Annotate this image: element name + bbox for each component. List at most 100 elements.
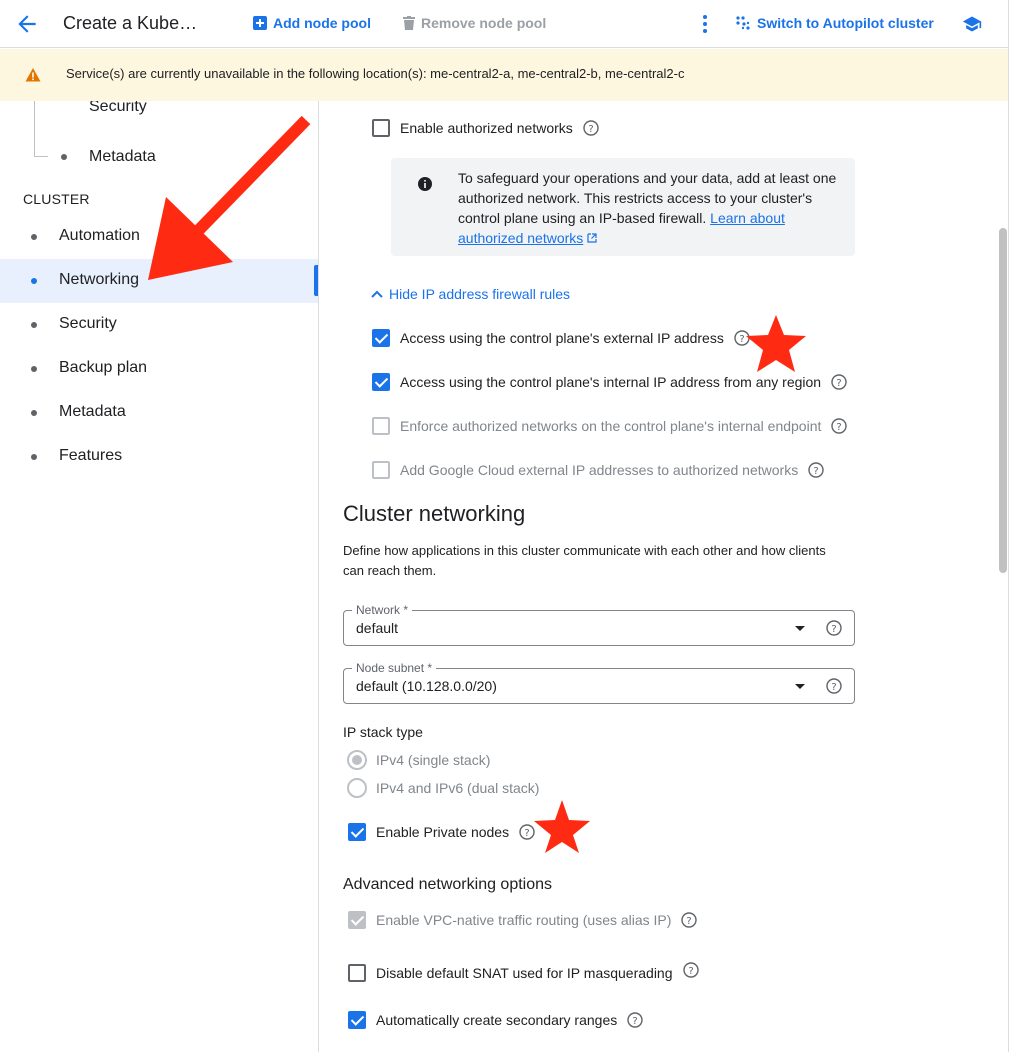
help-icon[interactable]: ? xyxy=(627,1012,643,1028)
cluster-networking-heading: Cluster networking xyxy=(343,501,526,526)
trash-icon xyxy=(403,16,415,30)
help-icon[interactable]: ? xyxy=(682,962,699,978)
window-edge xyxy=(1008,0,1015,1052)
sidebar-item-metadata[interactable]: Metadata xyxy=(0,391,318,435)
bullet-icon xyxy=(61,154,67,160)
sidebar-subitem-security[interactable]: Security xyxy=(89,101,147,116)
svg-text:?: ? xyxy=(831,624,836,635)
disable-snat-checkbox[interactable] xyxy=(348,964,366,982)
remove-node-pool-label: Remove node pool xyxy=(421,15,547,31)
disable-snat-row: Disable default SNAT used for IP masquer… xyxy=(348,962,699,982)
add-gcp-external-ips-label: Add Google Cloud external IP addresses t… xyxy=(400,462,799,478)
scrollbar[interactable] xyxy=(998,101,1008,1052)
enable-private-nodes-checkbox[interactable] xyxy=(348,823,366,841)
sidebar-item-label: Metadata xyxy=(59,403,126,420)
ipv4-ipv6-dual-radio[interactable] xyxy=(347,778,367,798)
help-icon[interactable]: ? xyxy=(831,418,848,434)
help-icon[interactable]: ? xyxy=(519,824,535,840)
network-select-label: Network * xyxy=(352,603,413,617)
bullet-icon xyxy=(31,366,37,372)
warning-banner: Service(s) are currently unavailable in … xyxy=(0,49,1008,101)
bullet-icon xyxy=(31,234,37,240)
warning-icon xyxy=(25,68,41,82)
info-text: To safeguard your operations and your da… xyxy=(458,168,843,248)
remove-node-pool-button[interactable]: Remove node pool xyxy=(403,15,546,31)
add-node-pool-button[interactable]: Add node pool xyxy=(253,15,371,31)
hide-firewall-rules-label: Hide IP address firewall rules xyxy=(389,286,571,302)
svg-text:?: ? xyxy=(831,682,836,693)
info-icon xyxy=(418,177,432,191)
back-arrow-icon[interactable] xyxy=(14,11,40,37)
network-select[interactable]: Network * default ? xyxy=(343,603,855,646)
private-nodes-row: Enable Private nodes ? xyxy=(348,823,535,841)
ip-stack-type-heading: IP stack type xyxy=(343,724,423,740)
vpc-native-label: Enable VPC-native traffic routing (uses … xyxy=(376,912,672,928)
dropdown-arrow-icon xyxy=(795,626,805,631)
switch-autopilot-label: Switch to Autopilot cluster xyxy=(757,15,934,31)
cluster-networking-description: Define how applications in this cluster … xyxy=(343,543,826,578)
authorized-networks-link[interactable]: authorized networks xyxy=(458,230,583,246)
internal-ip-access-checkbox[interactable] xyxy=(372,373,390,391)
sidebar-item-label: Security xyxy=(59,315,117,332)
sidebar-subitem-metadata[interactable]: Metadata xyxy=(89,148,156,166)
more-vert-icon[interactable] xyxy=(697,12,713,36)
main-content: Enable authorized networks ? To safeguar… xyxy=(320,101,1008,1052)
enable-authorized-networks-checkbox[interactable] xyxy=(372,119,390,137)
warning-message: Service(s) are currently unavailable in … xyxy=(66,66,685,81)
node-subnet-select[interactable]: Node subnet * default (10.128.0.0/20) ? xyxy=(343,661,855,704)
help-icon[interactable]: ? xyxy=(681,912,698,928)
svg-text:?: ? xyxy=(837,422,842,433)
ipv4-ipv6-dual-label: IPv4 and IPv6 (dual stack) xyxy=(376,780,540,796)
tree-connector xyxy=(34,101,35,156)
svg-text:?: ? xyxy=(739,334,744,345)
disable-snat-label: Disable default SNAT used for IP masquer… xyxy=(376,965,673,981)
tree-connector xyxy=(34,156,48,157)
info-box: To safeguard your operations and your da… xyxy=(391,158,855,256)
firewall-row: Access using the control plane's interna… xyxy=(372,373,847,391)
help-icon[interactable]: ? xyxy=(826,620,842,636)
dropdown-arrow-icon xyxy=(795,684,805,689)
external-ip-access-checkbox[interactable] xyxy=(372,329,390,347)
network-select-value: default xyxy=(356,620,399,636)
bullet-icon xyxy=(31,454,37,460)
chevron-up-icon xyxy=(371,290,383,298)
sidebar-item-backup-plan[interactable]: Backup plan xyxy=(0,347,318,391)
sidebar-item-label: Networking xyxy=(59,271,140,288)
help-icon[interactable]: ? xyxy=(583,120,599,136)
svg-text:?: ? xyxy=(688,966,693,977)
bullet-icon xyxy=(31,278,37,284)
hide-firewall-rules-toggle[interactable]: Hide IP address firewall rules xyxy=(371,286,570,302)
bullet-icon xyxy=(31,322,37,328)
svg-text:?: ? xyxy=(524,828,529,839)
vpc-native-checkbox[interactable] xyxy=(348,911,366,929)
switch-autopilot-button[interactable]: Switch to Autopilot cluster xyxy=(735,15,934,31)
firewall-row: Add Google Cloud external IP addresses t… xyxy=(372,461,824,479)
help-icon[interactable]: ? xyxy=(734,330,750,346)
auto-secondary-ranges-checkbox[interactable] xyxy=(348,1011,366,1029)
help-icon[interactable]: ? xyxy=(831,374,847,390)
enable-authorized-networks-row: Enable authorized networks ? xyxy=(372,119,599,137)
firewall-row: Enforce authorized networks on the contr… xyxy=(372,417,848,435)
ip-stack-option: IPv4 and IPv6 (dual stack) xyxy=(347,778,539,798)
node-subnet-select-value: default (10.128.0.0/20) xyxy=(356,678,497,694)
learn-about-link[interactable]: Learn about xyxy=(710,210,785,226)
help-icon[interactable]: ? xyxy=(826,678,842,694)
sidebar-item-networking[interactable]: Networking xyxy=(0,259,318,303)
node-subnet-select-label: Node subnet * xyxy=(352,661,437,675)
advanced-networking-heading: Advanced networking options xyxy=(343,876,553,893)
ipv4-single-radio[interactable] xyxy=(347,750,367,770)
sidebar-item-label: Automation xyxy=(59,227,140,244)
help-icon[interactable]: ? xyxy=(808,462,824,478)
sidebar-item-automation[interactable]: Automation xyxy=(0,215,318,259)
sidebar-item-features[interactable]: Features xyxy=(0,435,318,479)
scrollbar-thumb[interactable] xyxy=(999,228,1007,573)
enforce-authorized-networks-checkbox[interactable] xyxy=(372,417,390,435)
autopilot-icon xyxy=(736,16,750,30)
sidebar-item-label: Features xyxy=(59,447,123,464)
sidebar-item-security[interactable]: Security xyxy=(0,303,318,347)
add-node-pool-label: Add node pool xyxy=(273,15,371,31)
add-gcp-external-ips-checkbox[interactable] xyxy=(372,461,390,479)
bullet-icon xyxy=(31,410,37,416)
school-icon[interactable] xyxy=(962,14,982,34)
svg-text:?: ? xyxy=(588,124,593,135)
